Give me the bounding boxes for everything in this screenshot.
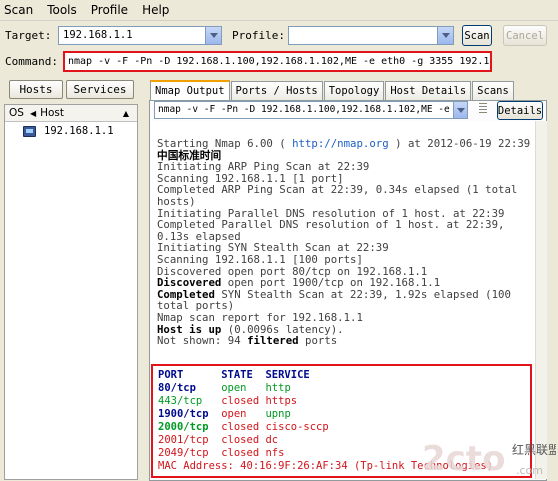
output-selector-value: nmap -v -F -Pn -D 192.168.1.100,192.168.… bbox=[158, 104, 450, 115]
menu-scan[interactable]: Scan bbox=[4, 3, 33, 17]
scan-button[interactable]: Scan bbox=[462, 25, 492, 46]
cancel-button[interactable]: Cancel bbox=[503, 25, 547, 46]
chevron-down-icon[interactable] bbox=[453, 102, 467, 118]
computer-icon bbox=[23, 125, 36, 137]
port-row: 1900/tcp open upnp bbox=[158, 408, 291, 420]
chevron-down-icon[interactable] bbox=[205, 27, 221, 44]
tab-topology[interactable]: Topology bbox=[323, 81, 385, 100]
port-row: 443/tcp closed https bbox=[158, 395, 298, 407]
services-button[interactable]: Services bbox=[66, 80, 134, 99]
port-row: 80/tcp open http bbox=[158, 382, 291, 394]
host-row[interactable]: 192.168.1.1 bbox=[5, 122, 137, 140]
details-button[interactable]: Details bbox=[497, 101, 543, 120]
menu-bar: Scan Tools Profile Help bbox=[0, 0, 558, 21]
output-line: Not shown: 94 filtered ports bbox=[157, 334, 338, 348]
tab-host-details[interactable]: Host Details bbox=[385, 81, 472, 100]
target-value: 192.168.1.1 bbox=[63, 29, 133, 41]
port-row: 2001/tcp closed dc bbox=[158, 434, 279, 446]
ports-header: PORT STATE SERVICE bbox=[158, 369, 310, 381]
output-scrollbar[interactable] bbox=[535, 121, 547, 479]
host-address: 192.168.1.1 bbox=[44, 125, 114, 137]
menu-tools[interactable]: Tools bbox=[47, 3, 77, 17]
tab-scans[interactable]: Scans bbox=[472, 81, 514, 100]
sort-arrow-icon: ◀ bbox=[29, 108, 37, 118]
os-column-header[interactable]: OS bbox=[9, 107, 24, 119]
output-selector[interactable]: nmap -v -F -Pn -D 192.168.1.100,192.168.… bbox=[154, 101, 468, 119]
target-combobox[interactable]: 192.168.1.1 bbox=[58, 26, 222, 45]
output-line: Completed ARP Ping Scan at 22:39, 0.34s … bbox=[157, 183, 518, 197]
host-list: OS ◀ Host ▲ 192.168.1.1 bbox=[4, 104, 138, 480]
hosts-button[interactable]: Hosts bbox=[9, 80, 63, 99]
tab-nmap-output[interactable]: Nmap Output bbox=[150, 80, 230, 100]
output-link[interactable]: http://nmap.org bbox=[292, 137, 389, 150]
mac-address-line: MAC Address: 40:16:9F:26:AF:34 (Tp-link … bbox=[158, 460, 494, 472]
menu-help[interactable]: Help bbox=[142, 3, 169, 17]
profile-combobox[interactable] bbox=[288, 26, 454, 45]
target-label: Target: bbox=[5, 29, 52, 42]
grip-icon bbox=[479, 103, 487, 117]
chevron-down-icon[interactable] bbox=[437, 27, 453, 44]
host-column-header[interactable]: Host bbox=[40, 107, 64, 119]
output-tabs: Nmap Output Ports / Hosts Topology Host … bbox=[150, 80, 515, 100]
host-list-header: OS ◀ Host ▲ bbox=[5, 105, 137, 122]
profile-label: Profile: bbox=[232, 29, 285, 42]
command-label: Command: bbox=[5, 55, 58, 68]
command-input[interactable]: nmap -v -F -Pn -D 192.168.1.100,192.168.… bbox=[63, 51, 492, 72]
port-row: 2000/tcp closed cisco-sccp bbox=[158, 421, 329, 433]
sort-up-icon: ▲ bbox=[122, 108, 129, 118]
port-row: 2049/tcp closed nfs bbox=[158, 447, 285, 459]
tab-ports-hosts[interactable]: Ports / Hosts bbox=[230, 81, 323, 100]
menu-profile[interactable]: Profile bbox=[91, 3, 128, 17]
ports-table-highlight: PORT STATE SERVICE 80/tcp open http 443/tc… bbox=[151, 364, 532, 478]
output-log: Starting Nmap 6.00 ( http://nmap.org ) a… bbox=[151, 121, 545, 347]
